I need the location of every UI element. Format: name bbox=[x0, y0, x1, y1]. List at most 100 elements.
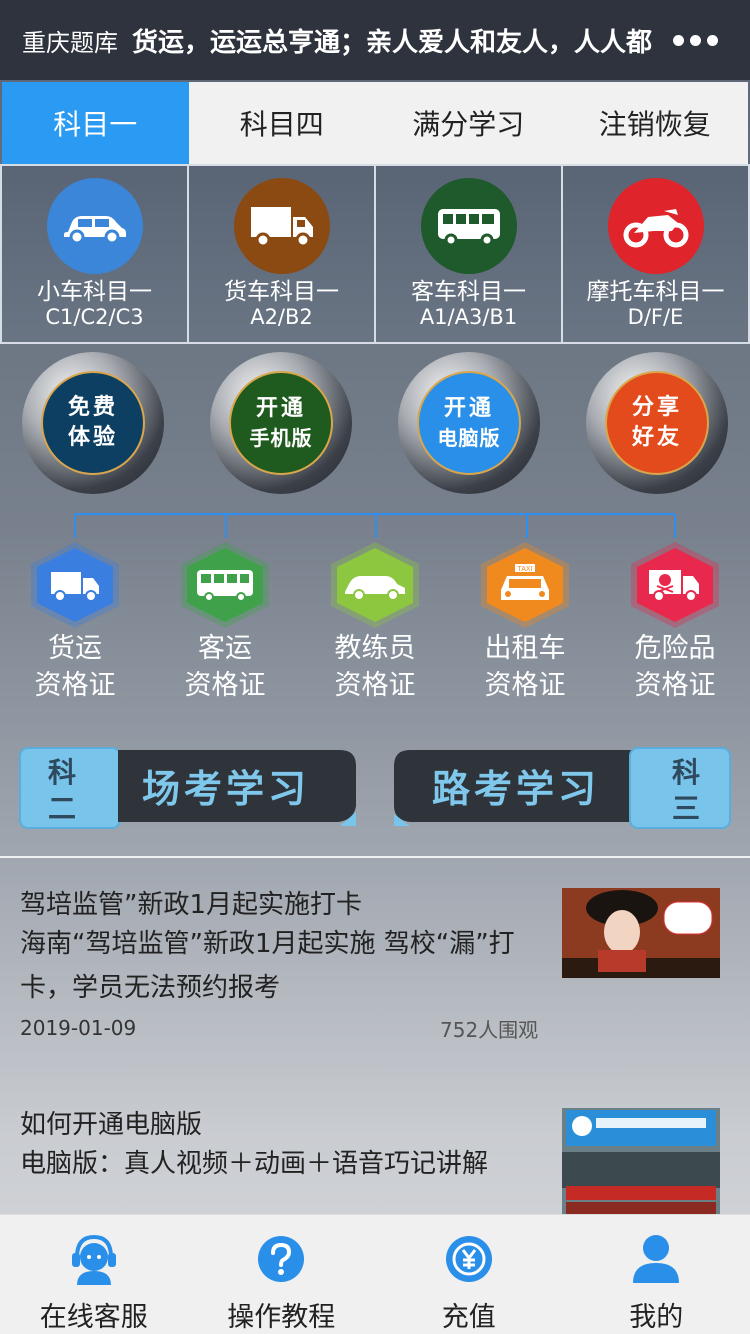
open-mobile-button[interactable]: 开通 手机版 bbox=[210, 352, 352, 494]
cert-label-line1: 出租车 bbox=[484, 633, 566, 664]
nav-mine[interactable]: 我的 bbox=[563, 1215, 750, 1334]
top-bar: 重庆题库 货运，运运总亨通；亲人爱人和友人，人人都 bbox=[0, 0, 750, 80]
vehicle-code: A1/A3/B1 bbox=[419, 305, 518, 329]
button-line2: 好友 bbox=[631, 425, 682, 450]
button-line2: 手机版 bbox=[249, 426, 313, 450]
vehicle-name: 货车科目一 bbox=[224, 279, 339, 305]
cert-taxi[interactable]: TAXI 出租车 资格证 bbox=[470, 540, 580, 704]
cert-label-line1: 教练员 bbox=[334, 633, 416, 664]
cert-label-line2: 资格证 bbox=[34, 670, 116, 701]
news-summary: 海南“驾培监管”新政1月起实施 驾校“漏”打卡，学员无法预约报考 bbox=[20, 929, 515, 1003]
announcement-marquee: 货运，运运总亨通；亲人爱人和友人，人人都 bbox=[132, 27, 653, 58]
qualification-certificates: 货运 资格证 客运 资格证 教练员 资格证 TAXI 出租车 资格证 危险品 资… bbox=[0, 540, 750, 710]
nav-recharge[interactable]: 充值 bbox=[375, 1215, 563, 1334]
taxi-icon: TAXI bbox=[481, 542, 569, 628]
hazard-truck-icon bbox=[631, 542, 719, 628]
vehicle-code: A2/B2 bbox=[250, 305, 313, 329]
banner-tag-top: 科 bbox=[672, 756, 700, 789]
news-date: 2019-01-09 bbox=[20, 1016, 137, 1040]
bus-icon bbox=[420, 178, 517, 274]
section-divider bbox=[0, 856, 750, 858]
button-line1: 开通 bbox=[443, 396, 494, 421]
cert-label-line2: 资格证 bbox=[484, 670, 566, 701]
subject-tabs: 科目一 科目四 满分学习 注销恢复 bbox=[2, 82, 748, 164]
free-trial-button[interactable]: 免费 体验 bbox=[22, 352, 164, 494]
vehicle-name: 小车科目一 bbox=[37, 279, 152, 305]
vehicle-name: 客车科目一 bbox=[411, 279, 526, 305]
banner-tag-bottom: 二 bbox=[48, 792, 76, 825]
question-icon bbox=[258, 1236, 305, 1282]
button-face: 分享 好友 bbox=[605, 371, 709, 475]
news-views: 752人围观 bbox=[440, 1018, 539, 1042]
taxi-sign-text: TAXI bbox=[517, 566, 532, 573]
button-line1: 开通 bbox=[255, 396, 306, 421]
tab-cancel-restore[interactable]: 注销恢复 bbox=[562, 82, 749, 164]
share-friends-button[interactable]: 分享 好友 bbox=[586, 352, 728, 494]
vehicle-code: D/F/E bbox=[627, 305, 684, 329]
action-buttons: 免费 体验 开通 手机版 开通 电脑版 分享 好友 bbox=[0, 352, 750, 496]
vehicle-item-bus[interactable]: 客车科目一 A1/A3/B1 bbox=[376, 166, 563, 342]
cert-passenger[interactable]: 客运 资格证 bbox=[170, 540, 280, 704]
cert-hazardous[interactable]: 危险品 资格证 bbox=[620, 540, 730, 704]
yuan-refresh-icon bbox=[445, 1236, 492, 1282]
cert-label-line1: 货运 bbox=[48, 633, 102, 664]
button-line2: 体验 bbox=[67, 425, 118, 450]
cert-label-line2: 资格证 bbox=[634, 670, 716, 701]
vehicle-categories: 小车科目一 C1/C2/C3 货车科目一 A2/B2 客车科目一 A1/A3/B… bbox=[0, 164, 750, 344]
news-title: 如何开通电脑版 bbox=[20, 1110, 203, 1140]
button-face: 开通 电脑版 bbox=[417, 371, 521, 475]
news-item[interactable]: 如何开通电脑版 电脑版：真人视频＋动画＋语音巧记讲解 bbox=[0, 1100, 750, 1214]
more-menu-button[interactable] bbox=[662, 34, 728, 46]
motorcycle-icon bbox=[607, 178, 704, 274]
more-dot bbox=[706, 34, 718, 46]
user-icon bbox=[633, 1235, 680, 1283]
cert-label-line2: 资格证 bbox=[184, 670, 266, 701]
freight-truck-icon bbox=[31, 542, 119, 628]
news-summary: 电脑版：真人视频＋动画＋语音巧记讲解 bbox=[20, 1149, 489, 1179]
app-title: 重庆题库 bbox=[22, 28, 118, 57]
open-desktop-button[interactable]: 开通 电脑版 bbox=[398, 352, 540, 494]
nav-online-service[interactable]: 在线客服 bbox=[0, 1215, 188, 1334]
banner-tag-top: 科 bbox=[48, 756, 76, 789]
car-icon bbox=[46, 178, 143, 274]
vehicle-code: C1/C2/C3 bbox=[45, 305, 144, 329]
nav-tutorial[interactable]: 操作教程 bbox=[188, 1215, 376, 1334]
tab-subject-one[interactable]: 科目一 bbox=[2, 82, 189, 164]
bottom-nav: 在线客服 操作教程 充值 我的 bbox=[0, 1214, 750, 1334]
nav-label: 充值 bbox=[441, 1302, 496, 1333]
vehicle-name: 摩托车科目一 bbox=[586, 279, 725, 305]
vehicle-item-car[interactable]: 小车科目一 C1/C2/C3 bbox=[2, 166, 189, 342]
banner-label: 场考学习 bbox=[142, 767, 310, 811]
banner-tag-bottom: 三 bbox=[672, 792, 700, 825]
news-thumbnail bbox=[562, 888, 720, 978]
tab-subject-four[interactable]: 科目四 bbox=[189, 82, 376, 164]
cert-label-line2: 资格证 bbox=[334, 670, 416, 701]
coach-car-icon bbox=[331, 542, 419, 628]
cert-label-line1: 客运 bbox=[198, 633, 252, 664]
truck-icon bbox=[233, 178, 330, 274]
vehicle-item-motorcycle[interactable]: 摩托车科目一 D/F/E bbox=[563, 166, 748, 342]
customer-service-icon bbox=[71, 1234, 116, 1285]
field-test-study-banner[interactable]: 科 二 场考学习 bbox=[18, 742, 358, 830]
nav-label: 操作教程 bbox=[227, 1302, 336, 1333]
vehicle-item-truck[interactable]: 货车科目一 A2/B2 bbox=[189, 166, 376, 342]
news-title: 驾培监管”新政1月起实施打卡 bbox=[20, 890, 363, 920]
more-dot bbox=[672, 34, 684, 46]
button-face: 开通 手机版 bbox=[229, 371, 333, 475]
button-line1: 免费 bbox=[67, 395, 118, 420]
banner-label: 路考学习 bbox=[432, 767, 600, 811]
news-item[interactable]: 驾培监管”新政1月起实施打卡 海南“驾培监管”新政1月起实施 驾校“漏”打卡，学… bbox=[0, 880, 750, 1080]
nav-label: 在线客服 bbox=[39, 1302, 148, 1333]
cert-label-line1: 危险品 bbox=[634, 633, 716, 664]
cert-coach[interactable]: 教练员 资格证 bbox=[320, 540, 430, 704]
road-test-study-banner[interactable]: 科 三 路考学习 bbox=[392, 742, 732, 830]
cert-freight[interactable]: 货运 资格证 bbox=[20, 540, 130, 704]
news-thumbnail bbox=[562, 1108, 720, 1214]
button-line1: 分享 bbox=[631, 395, 682, 420]
connector-lines bbox=[74, 513, 676, 538]
tab-full-score-study[interactable]: 满分学习 bbox=[375, 82, 562, 164]
more-dot bbox=[689, 34, 701, 46]
nav-label: 我的 bbox=[629, 1302, 684, 1333]
passenger-bus-icon bbox=[181, 542, 269, 628]
button-face: 免费 体验 bbox=[41, 371, 145, 475]
